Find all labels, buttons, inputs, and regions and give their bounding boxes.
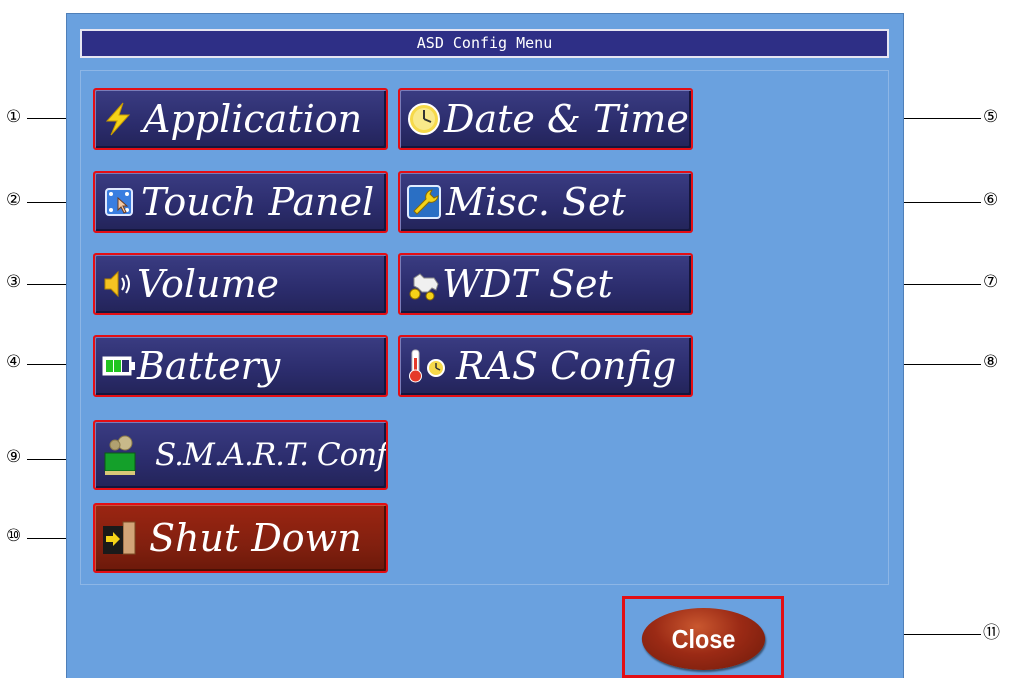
ras-config-label: RAS Config [456,344,677,388]
callout-1: ① [6,107,22,127]
battery-icon [101,348,137,384]
shut-down-button[interactable]: Shut Down [93,503,388,573]
wrench-icon [406,184,442,220]
clock-icon [406,101,442,137]
watchdog-icon [406,266,442,302]
close-button[interactable]: Close [641,608,766,670]
misc-set-button[interactable]: Misc. Set [398,171,693,233]
touch-panel-label: Touch Panel [141,180,375,224]
misc-set-label: Misc. Set [446,180,626,224]
speaker-icon [101,266,137,302]
callout-3: ③ [6,272,22,292]
application-label: Application [143,97,363,141]
volume-label: Volume [137,262,279,306]
date-time-button[interactable]: Date & Time [398,88,693,150]
callout-11: ⑪ [983,623,1000,643]
callout-8: ⑧ [983,352,999,372]
thermometer-icon [406,348,450,384]
volume-button[interactable]: Volume [93,253,388,315]
callout-9: ⑨ [6,447,22,467]
callout-7: ⑦ [983,272,999,292]
callout-4: ④ [6,352,22,372]
wdt-set-button[interactable]: WDT Set [398,253,693,315]
disk-gear-icon [101,433,141,477]
date-time-label: Date & Time [444,97,689,141]
touch-panel-icon [101,184,137,220]
callout-2: ② [6,190,22,210]
window-title: ASD Config Menu [80,29,889,58]
wdt-set-label: WDT Set [442,262,613,306]
callout-6: ⑥ [983,190,999,210]
callout-10: ⑩ [6,526,22,546]
lightning-icon [101,101,137,137]
battery-label: Battery [137,344,281,388]
ras-config-button[interactable]: RAS Config [398,335,693,397]
exit-door-icon [101,518,141,558]
application-button[interactable]: Application [93,88,388,150]
callout-5: ⑤ [983,107,999,127]
battery-button[interactable]: Battery [93,335,388,397]
smart-config-button[interactable]: S.M.A.R.T. Config [93,420,388,490]
smart-config-label: S.M.A.R.T. Config [155,437,387,473]
touch-panel-button[interactable]: Touch Panel [93,171,388,233]
shut-down-label: Shut Down [149,516,362,560]
